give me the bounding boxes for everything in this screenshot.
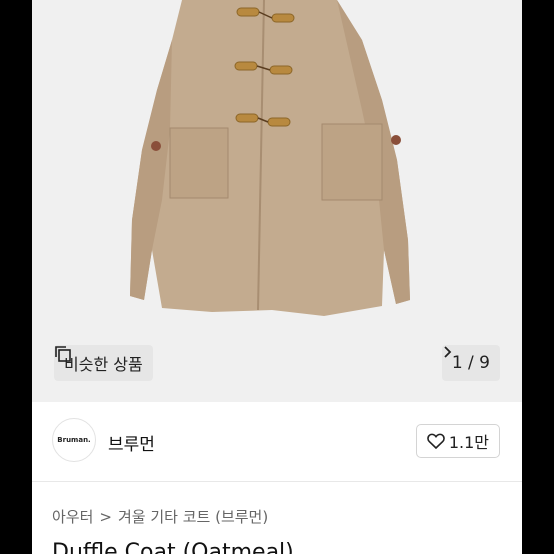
image-pager[interactable]: 1 / 9 xyxy=(441,345,500,381)
seller-name[interactable]: 브루먼 xyxy=(108,430,155,455)
squares-icon xyxy=(55,346,71,362)
breadcrumb-item-winter-coat[interactable]: 겨울 기타 코트 (브루먼) xyxy=(118,506,268,527)
seller-avatar[interactable]: Bruman. xyxy=(52,418,96,462)
breadcrumb: 아우터 > 겨울 기타 코트 (브루먼) xyxy=(52,506,268,527)
chevron-right-icon xyxy=(444,346,452,358)
pager-count: 1 / 9 xyxy=(451,353,490,373)
seller-logo-text: Bruman. xyxy=(57,436,91,444)
similar-products-button[interactable]: 비슷한 상품 xyxy=(54,345,153,381)
product-photo[interactable]: 비슷한 상품 1 / 9 xyxy=(32,0,522,402)
product-title: Duffle Coat (Oatmeal) xyxy=(52,540,294,554)
like-button[interactable]: 1.1만 xyxy=(415,424,500,458)
product-panel: 비슷한 상품 1 / 9 Bruman. 브루먼 1.1만 아우터 > 겨울 기… xyxy=(32,0,522,554)
breadcrumb-item-outer[interactable]: 아우터 xyxy=(52,506,93,527)
similar-products-label: 비슷한 상품 xyxy=(64,355,143,374)
chevron-right-icon: > xyxy=(99,507,112,526)
coat-illustration xyxy=(130,0,410,316)
like-count: 1.1만 xyxy=(448,433,489,452)
heart-outline-icon xyxy=(427,433,445,449)
seller-row: Bruman. 브루먼 1.1만 xyxy=(32,402,522,482)
